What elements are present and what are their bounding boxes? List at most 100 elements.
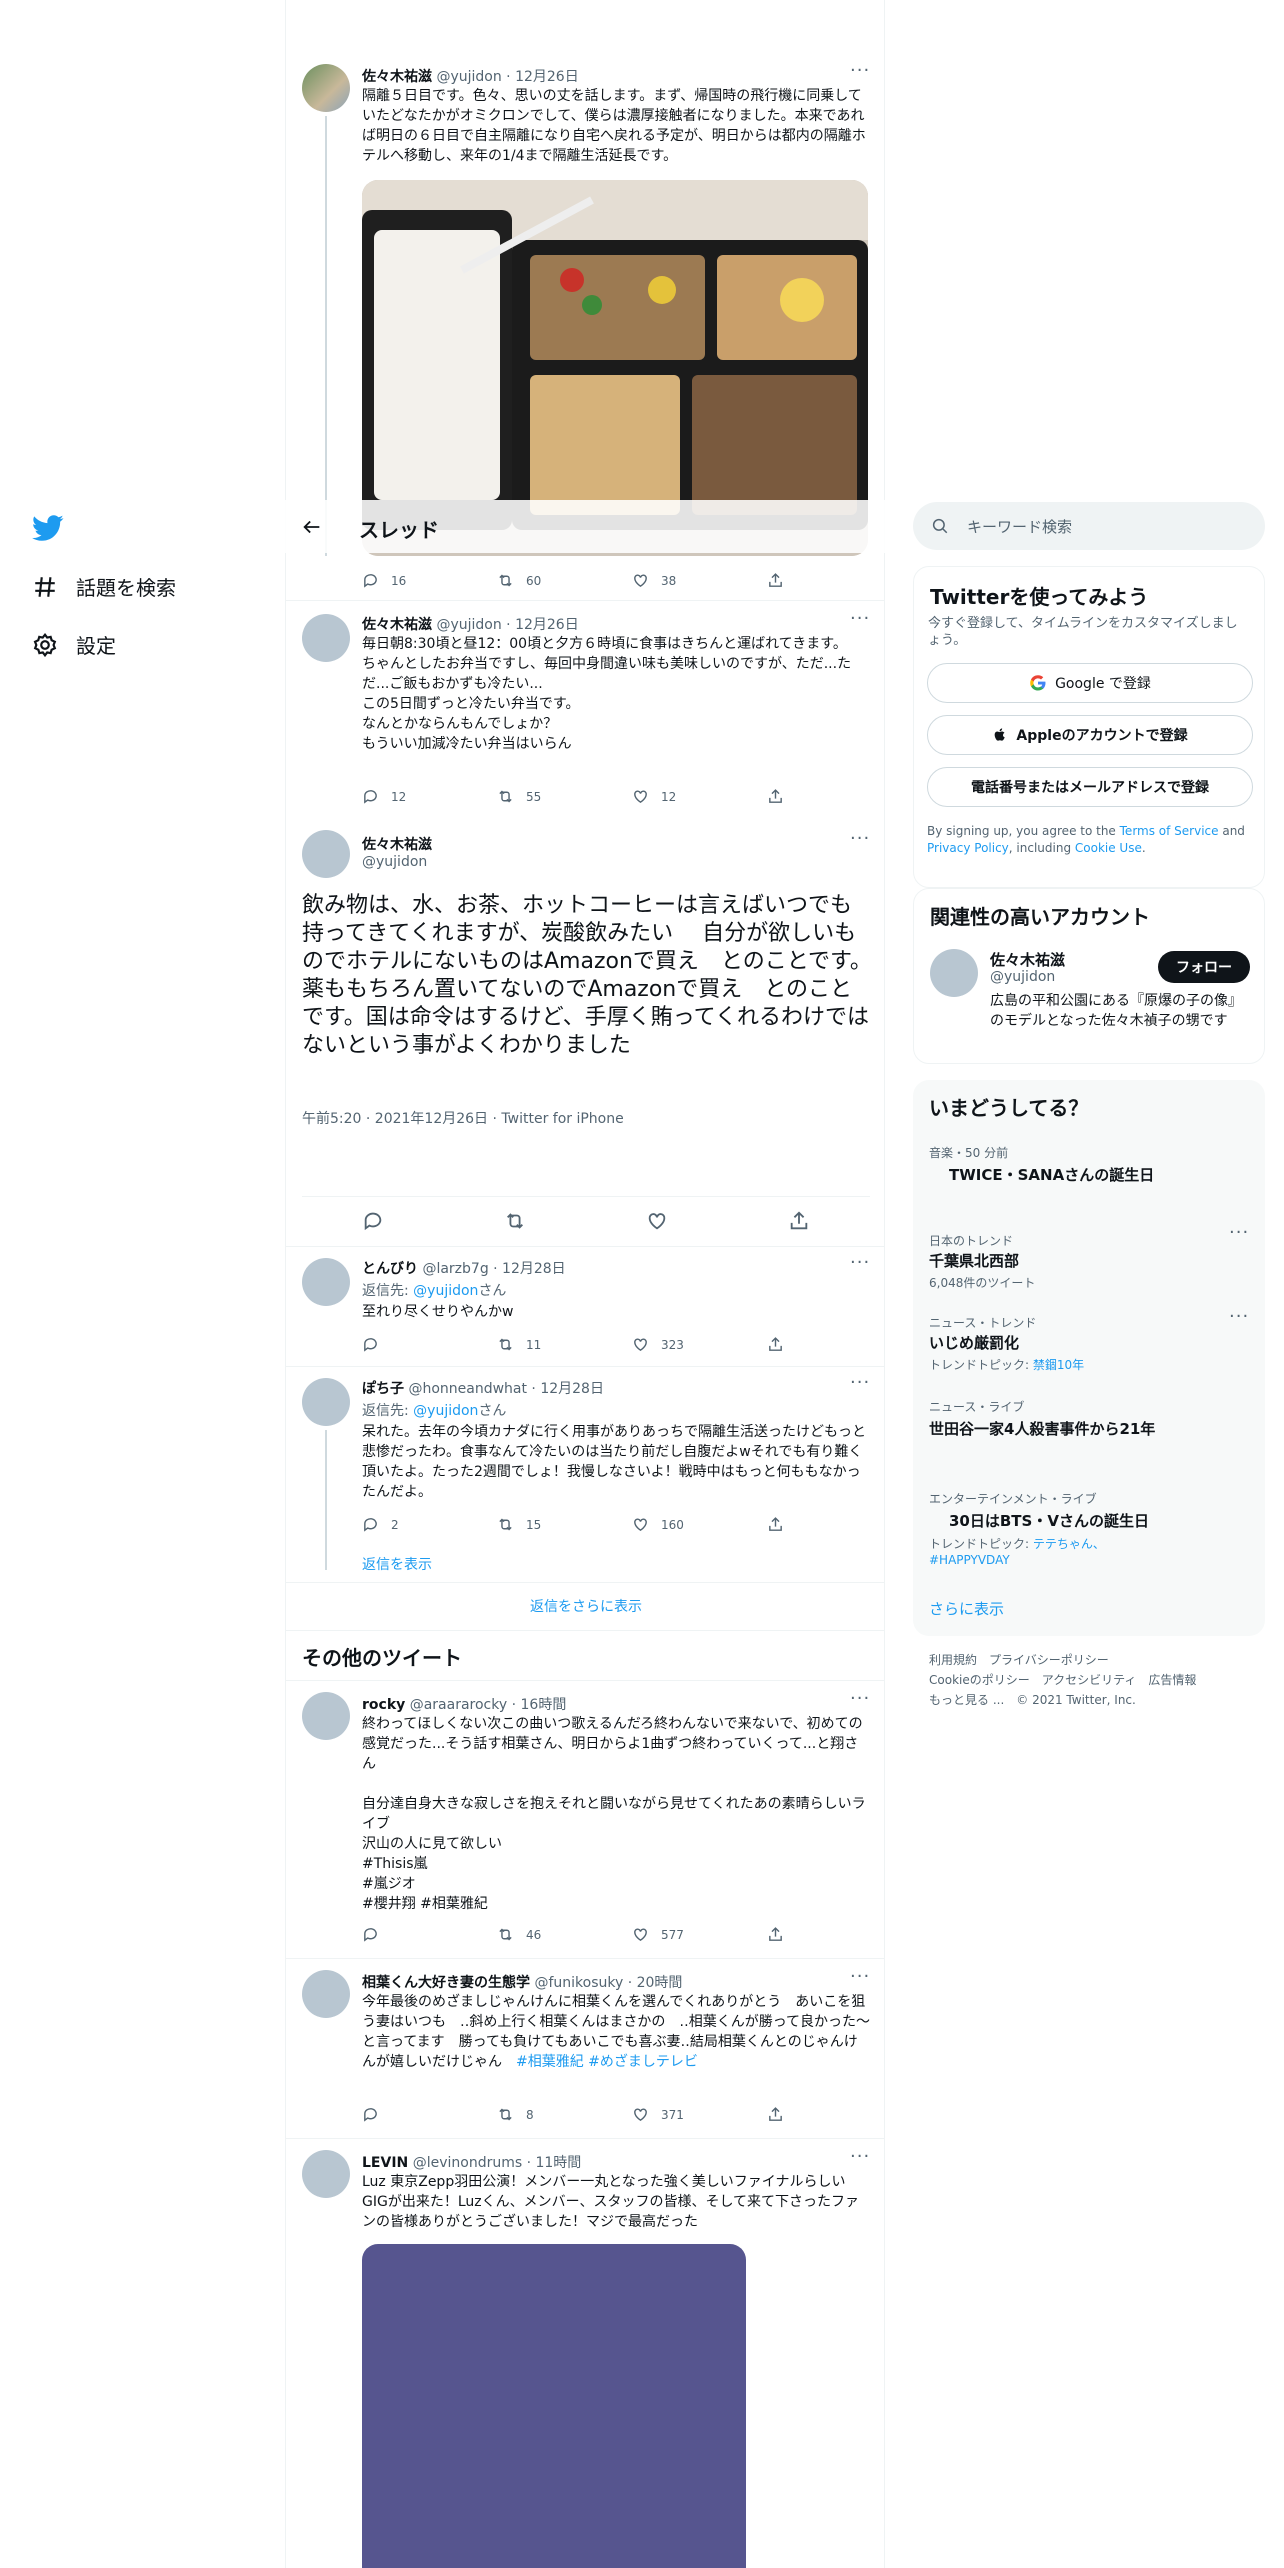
more-icon[interactable]: ···: [1229, 1222, 1249, 1243]
share-button[interactable]: [767, 572, 884, 589]
search-input[interactable]: キーワード検索: [967, 516, 1072, 537]
retweet-button[interactable]: 55: [497, 788, 632, 805]
more-icon[interactable]: ···: [850, 1372, 870, 1393]
share-button[interactable]: [767, 2106, 884, 2123]
tweet-text: 毎日朝8:30頃と昼12：00頃と夕方６時頃に食事はきちんと運ばれてきます。 ち…: [362, 636, 852, 752]
more-icon[interactable]: ···: [850, 608, 870, 629]
hashtag-link[interactable]: #櫻井翔 #相葉雅紀: [362, 1894, 488, 1914]
show-more-replies-link[interactable]: 返信をさらに表示: [286, 1596, 884, 1616]
author-name[interactable]: LEVIN: [362, 2155, 408, 2171]
avatar[interactable]: [302, 1258, 350, 1306]
tweet-text: 終わってほしくない次この曲いつ歌えるんだろ終わんないで来ないで、初めての感覚だっ…: [362, 1716, 866, 1852]
author-handle[interactable]: @yujidon: [362, 854, 427, 870]
author-name[interactable]: ぽち子: [362, 1381, 404, 1397]
trend-title: 30日はBTS・Vさんの誕生日: [949, 1512, 1149, 1530]
like-button[interactable]: 160: [632, 1516, 767, 1533]
hashtag-link[interactable]: #Thisis嵐: [362, 1854, 428, 1874]
back-arrow-icon[interactable]: [301, 516, 323, 538]
avatar[interactable]: [302, 2150, 350, 2198]
retweet-count: 11: [526, 1337, 542, 1352]
trends-panel: いまどうしてる？ 音楽・50 分前 TWICE・SANAさんの誕生日 日本のトレ…: [913, 1080, 1265, 1636]
retweet-button[interactable]: 46: [497, 1926, 632, 1943]
twitter-logo-icon[interactable]: [32, 512, 64, 544]
phone-email-signup-button[interactable]: 電話番号またはメールアドレスで登録: [927, 767, 1253, 807]
nav-item-settings[interactable]: 設定: [32, 630, 116, 659]
more-icon[interactable]: ···: [850, 60, 870, 81]
avatar[interactable]: [302, 1692, 350, 1740]
reply-to: 返信先: @yujidonさん: [362, 1280, 506, 1300]
author-name[interactable]: rocky: [362, 1697, 405, 1713]
share-button[interactable]: [767, 1926, 884, 1943]
tweet-media[interactable]: [362, 2244, 746, 2568]
share-icon[interactable]: [788, 1210, 810, 1232]
heart-icon[interactable]: [646, 1210, 668, 1232]
retweet-button[interactable]: 15: [497, 1516, 632, 1533]
footer-line[interactable]: 利用規約 プライバシーポリシー: [929, 1650, 1196, 1670]
like-button[interactable]: 577: [632, 1926, 767, 1943]
footer-line[interactable]: Cookieのポリシー アクセシビリティ 広告情報: [929, 1670, 1196, 1690]
more-icon[interactable]: ···: [850, 1688, 870, 1709]
reply-button[interactable]: 12: [362, 788, 497, 805]
avatar[interactable]: [930, 949, 978, 997]
search-box[interactable]: キーワード検索: [913, 502, 1265, 550]
reply-to-link[interactable]: @yujidon: [413, 1403, 478, 1419]
share-button[interactable]: [767, 788, 884, 805]
reply-button[interactable]: 2: [362, 1516, 497, 1533]
like-button[interactable]: 38: [632, 572, 767, 589]
google-icon: [1030, 675, 1046, 691]
show-more-trends-link[interactable]: さらに表示: [929, 1598, 1004, 1619]
footer-line[interactable]: もっと見る ... © 2021 Twitter, Inc.: [929, 1690, 1196, 1710]
avatar[interactable]: [302, 1970, 350, 2018]
avatar[interactable]: [302, 1378, 350, 1426]
avatar[interactable]: [302, 64, 350, 112]
retweet-button[interactable]: 11: [497, 1336, 632, 1353]
more-icon[interactable]: ···: [850, 828, 870, 849]
more-icon[interactable]: ···: [850, 1966, 870, 1987]
cookie-use-link[interactable]: Cookie Use: [1075, 841, 1142, 855]
heart-icon: [634, 1518, 647, 1532]
tweet-header: 佐々木祐滋 @yujidon · 12月26日: [362, 66, 579, 86]
reply-button[interactable]: [362, 1926, 497, 1943]
like-button[interactable]: 323: [632, 1336, 767, 1353]
tweet-actions: 2 15 160: [362, 1516, 884, 1533]
reply-button[interactable]: 16: [362, 572, 497, 589]
reply-button[interactable]: [362, 1336, 497, 1353]
trend-topic-link[interactable]: 禁錮10年: [1033, 1358, 1084, 1372]
signup-subtitle: 今すぐ登録して、タイムラインをカスタマイズしましょう。: [928, 616, 1238, 648]
author-name[interactable]: 佐々木祐滋: [362, 69, 432, 85]
reply-to-prefix: 返信先:: [362, 1403, 414, 1419]
follow-button[interactable]: フォロー: [1158, 951, 1250, 983]
reply-icon[interactable]: [362, 1210, 384, 1232]
nav-item-explore[interactable]: 話題を検索: [32, 572, 176, 601]
author-name[interactable]: 佐々木祐滋: [362, 837, 432, 853]
trends-title: いまどうしてる？: [929, 1096, 1089, 1120]
avatar[interactable]: [302, 830, 350, 878]
more-icon[interactable]: ···: [1229, 1306, 1249, 1327]
related-name[interactable]: 佐々木祐滋: [990, 949, 1065, 970]
retweet-icon[interactable]: [504, 1210, 526, 1232]
avatar[interactable]: [302, 614, 350, 662]
retweet-button[interactable]: 8: [497, 2106, 632, 2123]
author-name[interactable]: 佐々木祐滋: [362, 617, 432, 633]
show-replies-link[interactable]: 返信を表示: [362, 1554, 432, 1574]
terms-of-service-link[interactable]: Terms of Service: [1120, 824, 1219, 838]
author-name[interactable]: とんびり: [362, 1261, 418, 1277]
retweet-button[interactable]: 60: [497, 572, 632, 589]
trend-topic: トレンドトピック: 禁錮10年: [929, 1356, 1084, 1373]
google-signup-button[interactable]: Google で登録: [927, 663, 1253, 703]
apple-signup-button[interactable]: Appleのアカウントで登録: [927, 715, 1253, 755]
more-icon[interactable]: ···: [850, 2146, 870, 2167]
trend-topic-prefix: トレンドトピック:: [929, 1358, 1033, 1372]
hashtag-link[interactable]: #相葉雅紀 #めざましテレビ: [516, 2054, 698, 2070]
author-name[interactable]: 相葉くん大好き妻の生態学: [362, 1975, 530, 1991]
like-button[interactable]: 12: [632, 788, 767, 805]
share-button[interactable]: [767, 1516, 884, 1533]
privacy-policy-link[interactable]: Privacy Policy: [927, 841, 1009, 855]
share-button[interactable]: [767, 1336, 884, 1353]
more-icon[interactable]: ···: [850, 1252, 870, 1273]
author-meta: @yujidon · 12月26日: [436, 69, 579, 85]
like-button[interactable]: 371: [632, 2106, 767, 2123]
reply-to-link[interactable]: @yujidon: [413, 1283, 478, 1299]
reply-button[interactable]: [362, 2106, 497, 2123]
hashtag-link[interactable]: #嵐ジオ: [362, 1874, 416, 1894]
